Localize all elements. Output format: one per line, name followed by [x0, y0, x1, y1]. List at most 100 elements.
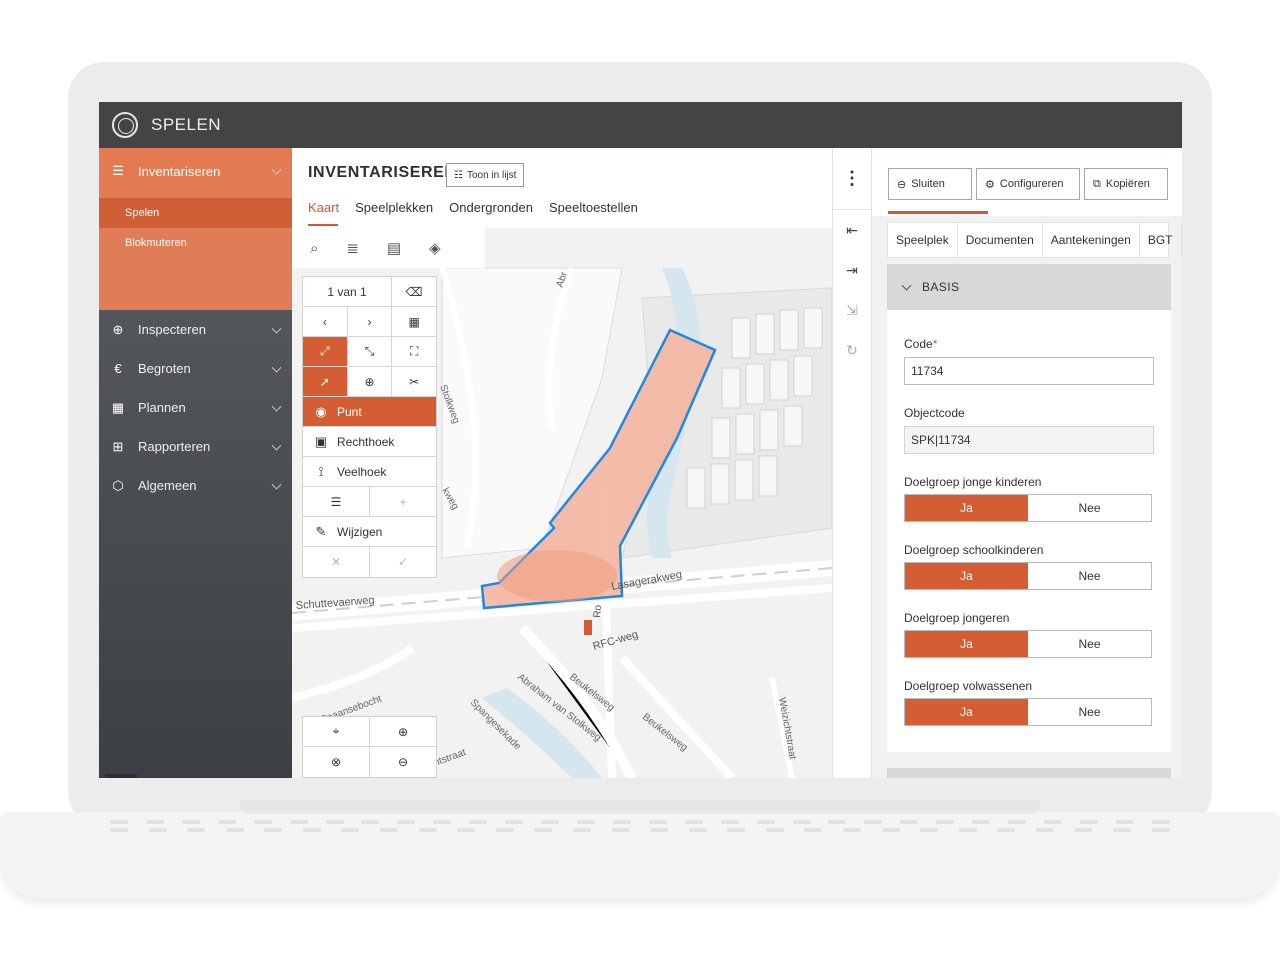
- detail-panel: ⊖ Sluiten ⚙ Configureren ⧉ Kopiëren Spee…: [872, 148, 1182, 778]
- sidebar-item-rapporteren[interactable]: ⊞ Rapporteren: [99, 427, 292, 466]
- tab-kaart[interactable]: Kaart: [308, 200, 339, 221]
- polygon-shading: [497, 550, 617, 602]
- sidebar-submenu: Spelen Blokmuteren: [99, 194, 292, 310]
- chevron-down-icon: [271, 401, 282, 412]
- main-content: INVENTARISEREN ☷ Toon in lijst Kaart Spe…: [292, 148, 832, 778]
- map-view[interactable]: Schuttevaerweg Lasagerakweg RFC-weg Spaa…: [292, 228, 832, 778]
- confirm-icon[interactable]: ✓: [370, 547, 436, 577]
- detail-tabs: Speelplek Documenten Aantekeningen BGT: [887, 222, 1182, 258]
- sidebar-item-inspecteren[interactable]: ⊕ Inspecteren: [99, 310, 292, 349]
- layers-icon[interactable]: ◈: [429, 239, 441, 257]
- sidebar-item-label: Begroten: [138, 361, 191, 376]
- sidebar-subitem-spelen[interactable]: Spelen: [99, 198, 292, 228]
- draw-tool-panel: 1 van 1 ⌫ ‹ › ▦ ⤢ ⤡ ⛶ ➚ ⊕ ✂ ◉ Punt ▣ Rec…: [302, 276, 437, 578]
- draw-polygon-label: Veelhoek: [337, 464, 387, 479]
- toggle-label-jongeren: Doelgroep jongeren: [904, 611, 1010, 625]
- toggle-yes-button[interactable]: Ja: [905, 495, 1028, 521]
- copy-button-label: Kopiëren: [1105, 178, 1150, 190]
- magnifier-plus-icon: ⊕: [112, 321, 124, 337]
- close-button-label: Sluiten: [911, 178, 945, 190]
- radio-point-icon: ◉: [315, 403, 327, 419]
- toggle-yes-button[interactable]: Ja: [905, 699, 1028, 725]
- eraser-icon[interactable]: ⌫: [392, 277, 436, 306]
- add-circle-icon[interactable]: ⊕: [348, 367, 393, 396]
- toggle-yes-button[interactable]: Ja: [905, 631, 1028, 657]
- collapse-left-icon[interactable]: ⇤: [833, 210, 871, 250]
- refresh-icon[interactable]: ↻: [833, 330, 871, 370]
- page-title: INVENTARISEREN: [308, 164, 457, 181]
- sidebar-item-begroten[interactable]: € Begroten: [99, 349, 292, 388]
- more-options-icon[interactable]: ⋮: [833, 148, 871, 210]
- configure-button-label: Configureren: [999, 178, 1064, 190]
- collapse-icon[interactable]: ⤡: [348, 337, 393, 366]
- sidebar-item-plannen[interactable]: ▦ Plannen: [99, 388, 292, 427]
- draw-rectangle-option[interactable]: ▣ Rechthoek: [303, 427, 436, 457]
- select-pointer-icon[interactable]: ➚: [303, 367, 348, 396]
- toggle-no-button[interactable]: Nee: [1028, 563, 1151, 589]
- previous-icon[interactable]: ‹: [303, 307, 348, 336]
- zoom-in-icon[interactable]: ⊕: [370, 717, 436, 746]
- tab-bgt[interactable]: BGT: [1140, 223, 1182, 257]
- cancel-icon[interactable]: ✕: [303, 547, 370, 577]
- main-header: INVENTARISEREN ☷ Toon in lijst Kaart Spe…: [292, 148, 832, 228]
- table-icon: ⊞: [112, 438, 124, 454]
- sidebar-item-inventariseren[interactable]: ☰ Inventariseren: [99, 148, 292, 194]
- list-icon: ☰: [112, 163, 124, 178]
- sidebar-item-label: Plannen: [138, 400, 186, 415]
- tab-documenten[interactable]: Documenten: [958, 223, 1043, 257]
- zoom-out-icon[interactable]: ⊖: [370, 747, 436, 777]
- next-icon[interactable]: ›: [348, 307, 393, 336]
- laptop-hinge: [240, 800, 1040, 814]
- toggle-no-button[interactable]: Nee: [1028, 495, 1151, 521]
- tab-speelplek[interactable]: Speelplek: [888, 223, 958, 257]
- sidebar-item-label: Rapporteren: [138, 439, 211, 454]
- table-icon[interactable]: ▦: [392, 307, 436, 336]
- toggle-no-button[interactable]: Nee: [1028, 699, 1151, 725]
- app-logo-icon[interactable]: [112, 112, 138, 138]
- tab-ondergronden[interactable]: Ondergronden: [449, 200, 533, 221]
- draw-point-option[interactable]: ◉ Punt: [303, 397, 436, 427]
- rectangle-icon: ▣: [314, 433, 328, 449]
- feature-counter: 1 van 1: [303, 277, 392, 306]
- copy-button[interactable]: ⧉ Kopiëren: [1084, 168, 1168, 200]
- export-icon[interactable]: ⇲: [833, 290, 871, 330]
- section-basis-header[interactable]: BASIS: [887, 264, 1171, 310]
- tab-speelplekken[interactable]: Speelplekken: [355, 200, 433, 221]
- tab-aantekeningen[interactable]: Aantekeningen: [1043, 223, 1140, 257]
- close-button[interactable]: ⊖ Sluiten: [888, 168, 972, 200]
- numbered-list-icon[interactable]: ☰: [303, 487, 370, 516]
- toggle-yes-button[interactable]: Ja: [905, 563, 1028, 589]
- code-field[interactable]: 11734: [904, 357, 1154, 385]
- sidebar-footer-bar: [105, 774, 137, 778]
- objectcode-label: Objectcode: [904, 406, 965, 420]
- plus-icon[interactable]: +: [370, 487, 436, 516]
- chevron-down-icon: [271, 440, 282, 451]
- list-view-icon[interactable]: ≣: [346, 239, 359, 257]
- chevron-down-icon: [901, 280, 912, 290]
- show-in-list-button[interactable]: ☷ Toon in lijst: [446, 163, 525, 187]
- configure-button[interactable]: ⚙ Configureren: [976, 168, 1080, 200]
- next-section-header[interactable]: [887, 768, 1171, 778]
- locate-icon[interactable]: ⌖: [303, 717, 370, 746]
- list-icon: ☷: [454, 169, 463, 181]
- sidebar-subitem-blokmuteren[interactable]: Blokmuteren: [99, 228, 292, 258]
- playground-object-marker[interactable]: [584, 620, 592, 635]
- compass-icon[interactable]: ⊗: [303, 747, 370, 777]
- tools-icon[interactable]: ✂: [392, 367, 436, 396]
- legend-icon[interactable]: ▤: [387, 239, 401, 257]
- fit-extent-icon[interactable]: ⛶: [392, 337, 436, 366]
- toggle-no-button[interactable]: Nee: [1028, 631, 1151, 657]
- expand-right-icon[interactable]: ⇥: [833, 250, 871, 290]
- sidebar-item-algemeen[interactable]: ⬡ Algemeen: [99, 466, 292, 505]
- map-toolbar: ⌕ ≣ ▤ ◈: [292, 228, 485, 268]
- toggle-jonge-kinderen: Ja Nee: [904, 494, 1152, 522]
- expand-icon[interactable]: ⤢: [303, 337, 348, 366]
- toggle-jongeren: Ja Nee: [904, 630, 1152, 658]
- edit-option[interactable]: ✎ Wijzigen: [303, 517, 436, 547]
- draw-polygon-option[interactable]: ⟟ Veelhoek: [303, 457, 436, 487]
- tab-speeltoestellen[interactable]: Speeltoestellen: [549, 200, 638, 221]
- objectcode-field: SPK|11734: [904, 426, 1154, 454]
- search-icon[interactable]: ⌕: [310, 240, 318, 257]
- polygon-icon: ⟟: [318, 463, 324, 479]
- app-header: SPELEN: [99, 102, 1182, 148]
